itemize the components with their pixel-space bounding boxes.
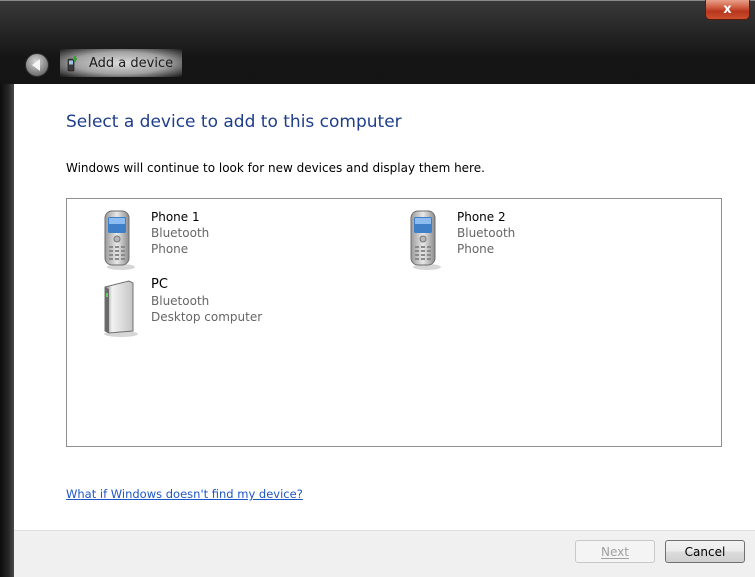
phone-icon — [104, 210, 135, 270]
device-list[interactable]: Phone 1 Bluetooth Phone Phone 2 Bluetoot… — [66, 198, 722, 447]
device-item-phone-2[interactable]: Phone 2 Bluetooth Phone — [405, 209, 695, 277]
cancel-button-label: Cancel — [684, 544, 726, 559]
help-link[interactable]: What if Windows doesn't find my device? — [66, 487, 303, 501]
device-name: Phone 2 — [457, 210, 506, 224]
content-panel: Select a device to add to this computer … — [14, 84, 755, 530]
close-button[interactable]: x — [705, 0, 750, 20]
device-type: Phone — [151, 242, 189, 256]
cancel-button[interactable]: Cancel — [665, 540, 745, 563]
device-item-pc[interactable]: PC Bluetooth Desktop computer — [99, 277, 389, 345]
close-icon: x — [723, 2, 732, 17]
next-button[interactable]: Next — [575, 540, 655, 563]
device-text: Phone 1 Bluetooth Phone — [151, 209, 209, 257]
device-text: Phone 2 Bluetooth Phone — [457, 209, 515, 257]
next-button-label: Next — [601, 544, 629, 559]
add-device-icon — [67, 56, 77, 72]
device-type: Desktop computer — [151, 310, 263, 324]
phone-icon — [410, 210, 441, 270]
device-name: Phone 1 — [151, 210, 200, 224]
device-connection: Bluetooth — [457, 226, 516, 240]
desktop-computer-icon — [104, 280, 138, 337]
window-edge — [0, 0, 755, 1]
device-connection: Bluetooth — [151, 226, 210, 240]
page-description: Windows will continue to look for new de… — [66, 161, 485, 175]
page-heading: Select a device to add to this computer — [66, 112, 402, 132]
window-title: Add a device — [89, 56, 174, 71]
device-connection: Bluetooth — [151, 294, 210, 308]
back-button[interactable] — [25, 53, 49, 77]
back-arrow-icon — [32, 59, 40, 71]
device-item-phone-1[interactable]: Phone 1 Bluetooth Phone — [99, 209, 389, 277]
device-name: PC — [151, 277, 168, 292]
device-text: PC Bluetooth Desktop computer — [151, 277, 262, 325]
footer: Next Cancel — [14, 530, 755, 577]
window-left-border — [0, 84, 14, 577]
device-type: Phone — [457, 242, 495, 256]
